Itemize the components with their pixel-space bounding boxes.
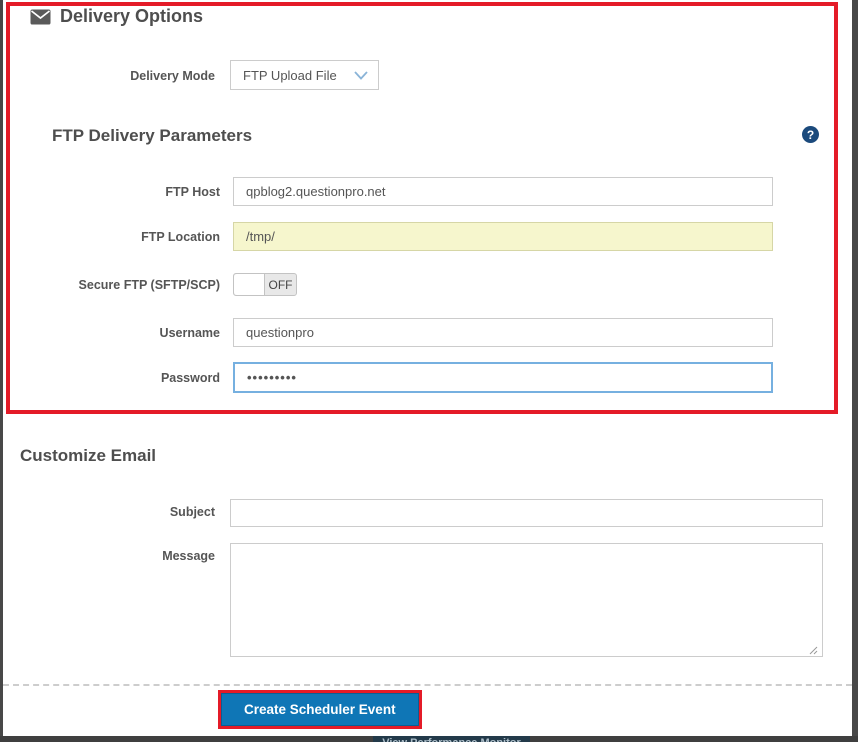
password-label: Password	[160, 371, 220, 385]
ftp-parameters-heading: FTP Delivery Parameters	[52, 126, 253, 145]
view-performance-monitor-link[interactable]: View Performance Monitor	[373, 736, 530, 742]
ftp-location-input[interactable]	[233, 222, 773, 251]
secure-ftp-label: Secure FTP (SFTP/SCP)	[78, 278, 220, 292]
ftp-host-label: FTP Host	[165, 185, 220, 199]
message-textarea[interactable]	[230, 543, 823, 657]
delivery-mode-selected-value: FTP Upload File	[243, 67, 337, 83]
delivery-options-highlight-box	[6, 2, 838, 414]
create-button-highlight-box: Create Scheduler Event	[218, 690, 422, 729]
scheduler-delivery-form: Delivery Options Delivery Mode FTP Uploa…	[0, 0, 858, 742]
secure-ftp-toggle[interactable]: OFF	[233, 273, 297, 296]
chevron-down-icon	[354, 70, 368, 80]
username-input[interactable]	[233, 318, 773, 347]
ftp-host-input[interactable]	[233, 177, 773, 206]
username-label: Username	[159, 326, 220, 340]
create-scheduler-event-button[interactable]: Create Scheduler Event	[221, 693, 419, 726]
password-input[interactable]	[233, 362, 773, 393]
toggle-knob	[234, 274, 265, 295]
page-left-border	[0, 0, 3, 742]
dashed-separator	[3, 684, 852, 686]
ftp-location-label: FTP Location	[141, 230, 220, 244]
help-icon[interactable]: ?	[802, 126, 819, 143]
page-right-border	[852, 0, 858, 742]
customize-email-heading: Customize Email	[20, 446, 157, 465]
delivery-mode-select[interactable]: FTP Upload File	[230, 60, 379, 90]
delivery-options-heading: Delivery Options	[30, 6, 203, 27]
message-label: Message	[162, 549, 215, 563]
subject-label: Subject	[169, 505, 215, 519]
bottom-clipped-bar: View Performance Monitor	[0, 736, 858, 742]
toggle-state-label: OFF	[268, 277, 293, 292]
delivery-options-title: Delivery Options	[60, 6, 204, 26]
subject-input[interactable]	[230, 499, 823, 527]
envelope-icon	[30, 9, 51, 25]
delivery-mode-label: Delivery Mode	[130, 69, 215, 83]
